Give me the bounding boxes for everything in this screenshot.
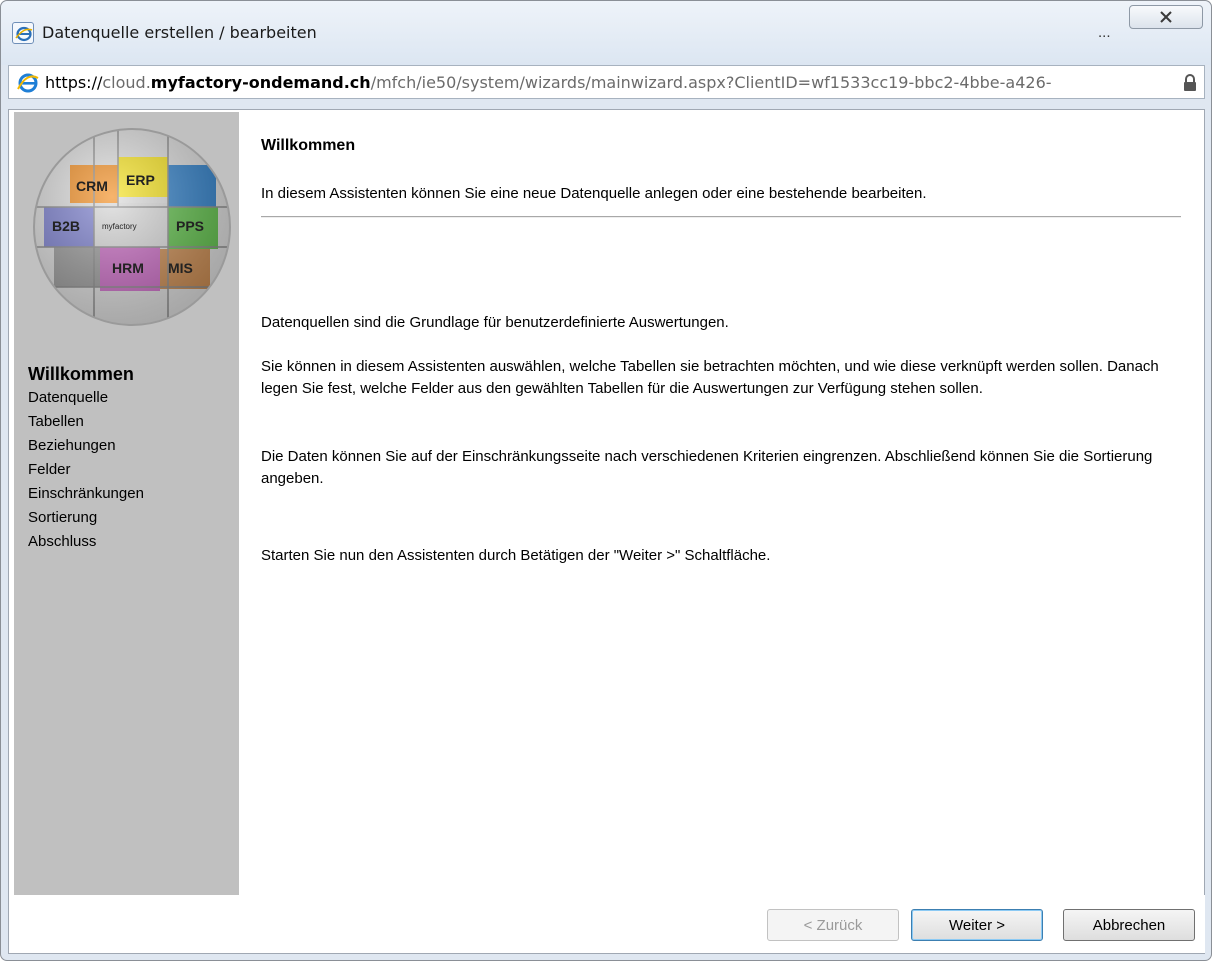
title-ellipsis: ... — [1098, 24, 1111, 41]
ie-page-icon — [12, 22, 34, 44]
step-sortierung[interactable]: Sortierung — [28, 506, 144, 530]
paragraph-2: Sie können in diesem Assistenten auswähl… — [261, 358, 1159, 397]
address-bar[interactable]: https://cloud.myfactory-ondemand.ch/mfch… — [8, 65, 1205, 99]
close-button[interactable] — [1129, 5, 1203, 29]
logo-label-b2b: B2B — [52, 218, 80, 234]
back-button[interactable]: < Zurück — [767, 909, 899, 941]
next-button[interactable]: Weiter > — [911, 909, 1043, 941]
url-text: https://cloud.myfactory-ondemand.ch/mfch… — [45, 73, 1052, 92]
button-bar: < Zurück Weiter > Abbrechen — [14, 895, 1205, 953]
step-tabellen[interactable]: Tabellen — [28, 410, 144, 434]
logo-label-crm: CRM — [76, 178, 108, 194]
window-title: Datenquelle erstellen / bearbeiten — [42, 23, 317, 42]
step-datenquelle[interactable]: Datenquelle — [28, 386, 144, 410]
divider — [261, 216, 1181, 218]
wizard-sidebar: CRM ERP B2B myfactory PPS HRM MIS Willko… — [14, 112, 239, 895]
step-abschluss[interactable]: Abschluss — [28, 530, 144, 554]
step-willkommen[interactable]: Willkommen — [28, 360, 144, 388]
logo-label-pps: PPS — [176, 218, 204, 234]
lock-icon — [1182, 74, 1198, 95]
logo-label-myfactory: myfactory — [102, 222, 137, 231]
logo-label-mis: MIS — [168, 260, 193, 276]
close-icon — [1160, 11, 1172, 23]
step-beziehungen[interactable]: Beziehungen — [28, 434, 144, 458]
internet-explorer-icon — [17, 72, 39, 94]
wizard-step-list: Willkommen Datenquelle Tabellen Beziehun… — [28, 360, 144, 554]
myfactory-globe-logo: CRM ERP B2B myfactory PPS HRM MIS — [33, 128, 231, 326]
paragraph-1: Datenquellen sind die Grundlage für benu… — [261, 314, 729, 331]
paragraph-3: Die Daten können Sie auf der Einschränku… — [261, 448, 1153, 487]
page-title: Willkommen — [261, 137, 356, 154]
logo-label-erp: ERP — [126, 172, 155, 188]
paragraph-4: Starten Sie nun den Assistenten durch Be… — [261, 547, 771, 564]
dialog-window: Datenquelle erstellen / bearbeiten ... h… — [0, 0, 1212, 961]
intro-text: In diesem Assistenten können Sie eine ne… — [261, 185, 927, 202]
cancel-button[interactable]: Abbrechen — [1063, 909, 1195, 941]
title-bar[interactable]: Datenquelle erstellen / bearbeiten ... — [1, 1, 1211, 65]
step-felder[interactable]: Felder — [28, 458, 144, 482]
wizard-content: Willkommen In diesem Assistenten können … — [261, 112, 1181, 895]
logo-label-hrm: HRM — [112, 260, 144, 276]
step-einschraenkungen[interactable]: Einschränkungen — [28, 482, 144, 506]
